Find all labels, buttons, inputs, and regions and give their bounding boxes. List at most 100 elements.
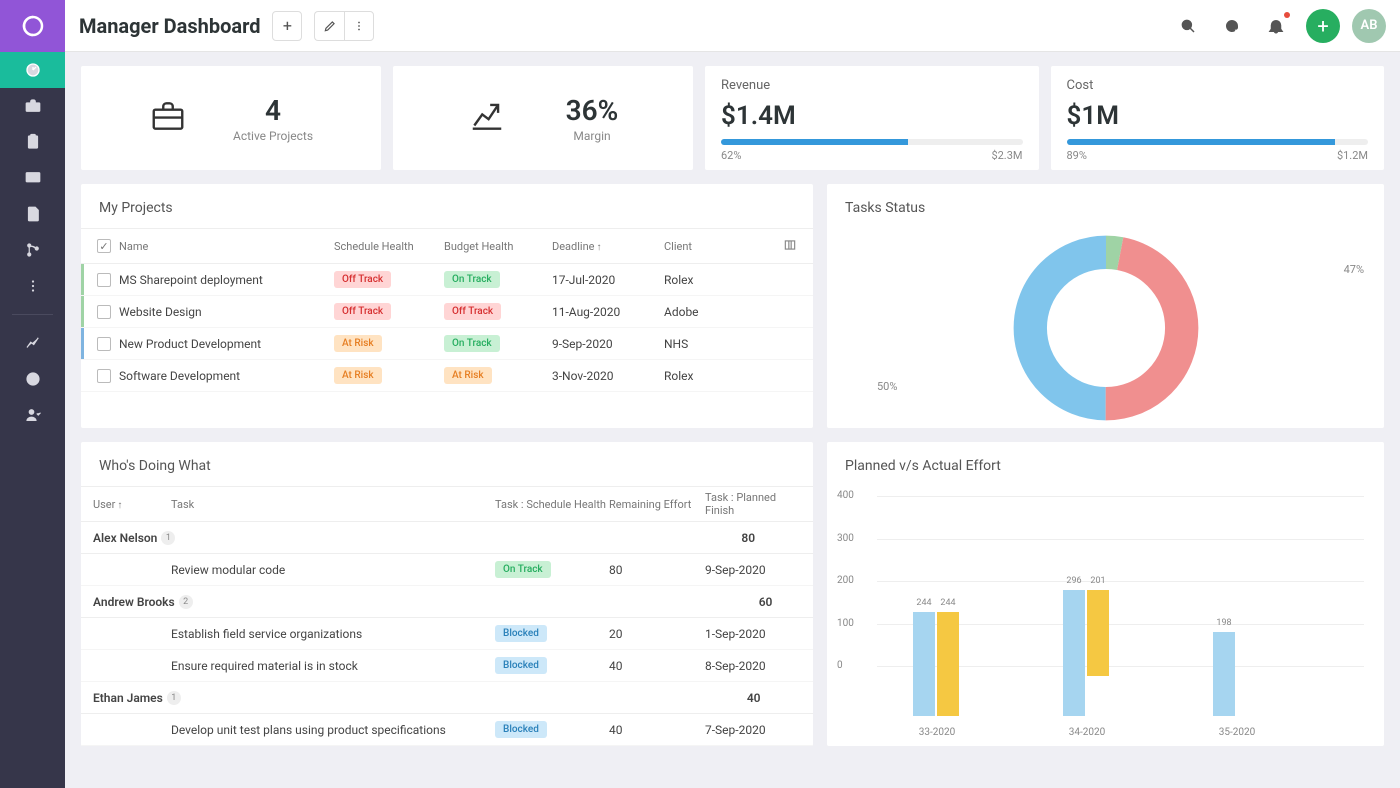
project-name: MS Sharepoint deployment bbox=[119, 273, 334, 287]
nav-dashboard[interactable] bbox=[0, 52, 65, 88]
nav-board[interactable] bbox=[0, 160, 65, 196]
projects-header: ✓ Name Schedule Health Budget Health Dea… bbox=[81, 228, 813, 264]
cost-total: $1.2M bbox=[1337, 149, 1368, 162]
task-finish: 1-Sep-2020 bbox=[705, 627, 813, 641]
cost-pct: 89% bbox=[1067, 149, 1087, 162]
budget-badge: On Track bbox=[444, 271, 500, 288]
user-avatar[interactable]: AB bbox=[1352, 9, 1386, 43]
bar-actual: 201 bbox=[1087, 590, 1109, 675]
active-label: Active Projects bbox=[233, 129, 313, 143]
topbar: Manager Dashboard + + AB bbox=[65, 0, 1400, 52]
nav-briefcase[interactable] bbox=[0, 88, 65, 124]
task-remaining: 40 bbox=[609, 723, 705, 737]
nav-clock[interactable] bbox=[0, 361, 65, 397]
task-health-badge: Blocked bbox=[495, 721, 547, 738]
donut-label-50: 50% bbox=[877, 380, 897, 393]
schedule-badge: At Risk bbox=[334, 367, 382, 384]
col-user[interactable]: User↑ bbox=[93, 498, 171, 511]
client: NHS bbox=[664, 337, 783, 351]
row-checkbox[interactable] bbox=[97, 337, 111, 351]
table-row[interactable]: New Product Development At Risk On Track… bbox=[81, 328, 813, 360]
cost-bar-fill bbox=[1067, 139, 1335, 145]
bar-value: 244 bbox=[940, 598, 955, 608]
nav-user-check[interactable] bbox=[0, 397, 65, 433]
col-budget[interactable]: Budget Health bbox=[444, 240, 552, 253]
nav-more[interactable] bbox=[0, 268, 65, 304]
project-name: New Product Development bbox=[119, 337, 334, 351]
cost-label: Cost bbox=[1067, 78, 1369, 93]
task-name: Develop unit test plans using product sp… bbox=[171, 723, 495, 737]
brand-logo[interactable] bbox=[0, 0, 65, 52]
bell-icon[interactable] bbox=[1264, 14, 1288, 38]
table-row[interactable]: Website Design Off Track Off Track 11-Au… bbox=[81, 296, 813, 328]
columns-icon[interactable] bbox=[783, 238, 805, 255]
revenue-pct: 62% bbox=[721, 149, 741, 162]
projects-card: My Projects ✓ Name Schedule Health Budge… bbox=[81, 184, 813, 428]
task-remaining: 80 bbox=[609, 563, 705, 577]
task-row[interactable]: Ensure required material is in stock Blo… bbox=[81, 650, 813, 682]
nav-branch[interactable] bbox=[0, 232, 65, 268]
task-health-badge: Blocked bbox=[495, 625, 547, 642]
more-button[interactable] bbox=[344, 11, 374, 41]
fab-add[interactable]: + bbox=[1306, 9, 1340, 43]
edit-button[interactable] bbox=[314, 11, 344, 41]
nav-clipboard[interactable] bbox=[0, 124, 65, 160]
row-checkbox[interactable] bbox=[97, 273, 111, 287]
search-icon[interactable] bbox=[1176, 14, 1200, 38]
group-remaining: 60 bbox=[759, 595, 773, 609]
select-all-checkbox[interactable]: ✓ bbox=[97, 239, 111, 253]
mentions-icon[interactable] bbox=[1220, 14, 1244, 38]
sort-asc-icon: ↑ bbox=[117, 500, 122, 511]
row-checkbox[interactable] bbox=[97, 305, 111, 319]
table-row[interactable]: MS Sharepoint deployment Off Track On Tr… bbox=[81, 264, 813, 296]
user-group-header[interactable]: Ethan James140 bbox=[81, 682, 813, 714]
page-title: Manager Dashboard bbox=[79, 14, 260, 38]
col-name[interactable]: Name bbox=[119, 240, 334, 253]
revenue-value: $1.4M bbox=[721, 101, 1023, 131]
table-row[interactable]: Software Development At Risk At Risk 3-N… bbox=[81, 360, 813, 392]
row-checkbox[interactable] bbox=[97, 369, 111, 383]
y-tick: 400 bbox=[837, 490, 854, 501]
x-tick: 35-2020 bbox=[1219, 727, 1255, 738]
col-rem[interactable]: Remaining Effort bbox=[609, 498, 705, 511]
bar-actual: 244 bbox=[937, 612, 959, 716]
user-group-header[interactable]: Andrew Brooks260 bbox=[81, 586, 813, 618]
deadline: 9-Sep-2020 bbox=[552, 337, 664, 351]
col-task[interactable]: Task bbox=[171, 498, 495, 511]
task-name: Review modular code bbox=[171, 563, 495, 577]
col-finish[interactable]: Task : Planned Finish bbox=[705, 491, 805, 517]
cost-bar bbox=[1067, 139, 1369, 145]
nav-analytics[interactable] bbox=[0, 325, 65, 361]
user-group-header[interactable]: Alex Nelson180 bbox=[81, 522, 813, 554]
revenue-total: $2.3M bbox=[991, 149, 1022, 162]
col-sched[interactable]: Schedule Health bbox=[334, 240, 444, 253]
task-row[interactable]: Establish field service organizations Bl… bbox=[81, 618, 813, 650]
nav-document[interactable] bbox=[0, 196, 65, 232]
task-remaining: 40 bbox=[609, 659, 705, 673]
active-count: 4 bbox=[233, 94, 313, 127]
revenue-bar-fill bbox=[721, 139, 908, 145]
kpi-active-projects: 4 Active Projects bbox=[81, 66, 381, 170]
col-task-sched[interactable]: Task : Schedule Health bbox=[495, 498, 609, 511]
task-row[interactable]: Review modular code On Track 80 9-Sep-20… bbox=[81, 554, 813, 586]
task-status-card: Tasks Status 47% 50% bbox=[827, 184, 1384, 428]
col-deadline[interactable]: Deadline↑ bbox=[552, 240, 664, 253]
client: Adobe bbox=[664, 305, 783, 319]
col-client[interactable]: Client bbox=[664, 240, 783, 253]
user-name: Alex Nelson bbox=[93, 531, 157, 545]
bar-value: 244 bbox=[916, 598, 931, 608]
task-row[interactable]: Develop unit test plans using product sp… bbox=[81, 714, 813, 746]
client: Rolex bbox=[664, 369, 783, 383]
deadline: 3-Nov-2020 bbox=[552, 369, 664, 383]
add-button[interactable]: + bbox=[272, 11, 302, 41]
task-name: Establish field service organizations bbox=[171, 627, 495, 641]
bar-planned: 296 bbox=[1063, 590, 1085, 716]
kpi-revenue: Revenue $1.4M 62%$2.3M bbox=[705, 66, 1039, 170]
schedule-badge: Off Track bbox=[334, 271, 391, 288]
deadline: 11-Aug-2020 bbox=[552, 305, 664, 319]
task-remaining: 20 bbox=[609, 627, 705, 641]
task-health-badge: Blocked bbox=[495, 657, 547, 674]
budget-badge: At Risk bbox=[444, 367, 492, 384]
task-count: 1 bbox=[161, 531, 175, 545]
task-finish: 7-Sep-2020 bbox=[705, 723, 813, 737]
